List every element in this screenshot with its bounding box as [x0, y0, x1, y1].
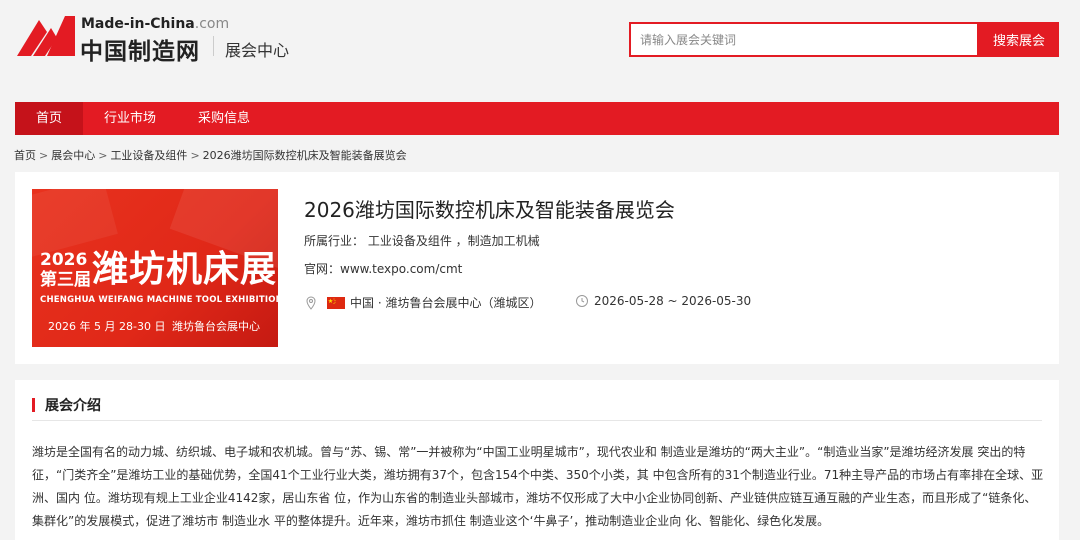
breadcrumb: 首页 > 展会中心 > 工业设备及组件 >2026潍坊国际数控机床及智能装备展览会 [14, 147, 407, 163]
exhibition-intro-section: 展会介绍 潍坊是全国有名的动力城、纺织城、电子城和农机城。曾与“苏、锡、常”一并… [15, 380, 1059, 540]
intro-header: 展会介绍 [32, 395, 1042, 421]
exhibition-date: 2026-05-28 ~ 2026-05-30 [575, 294, 751, 308]
intro-accent-bar [32, 398, 35, 412]
china-flag-icon [327, 296, 345, 309]
site-header: Made-in-China.com 中国制造网 展会中心 搜索展会 [0, 0, 1080, 86]
clock-icon [576, 295, 588, 307]
industry-value[interactable]: 工业设备及组件 ，制造加工机械 [368, 234, 540, 248]
exhibition-website: 官网：www.texpo.com/cmt [304, 260, 462, 277]
exhibition-banner[interactable]: 2026 第三届 潍坊机床展 CHENGHUA WEIFANG MACHINE … [32, 189, 278, 347]
brand-chinese: 中国制造网 [80, 39, 200, 65]
main-nav: 首页 行业市场 采购信息 [15, 102, 1059, 135]
banner-date: 2026 年 5 月 28-30 日 [48, 320, 166, 333]
breadcrumb-current: 2026潍坊国际数控机床及智能装备展览会 [202, 149, 407, 162]
banner-venue: 潍坊鲁台会展中心 [172, 320, 260, 333]
nav-item-home[interactable]: 首页 [15, 102, 84, 135]
exhibition-industry: 所属行业： 工业设备及组件 ，制造加工机械 [304, 232, 540, 249]
made-in-china-logo-icon[interactable] [17, 14, 75, 56]
exhibition-title: 2026潍坊国际数控机床及智能装备展览会 [304, 198, 675, 222]
breadcrumb-expo-center[interactable]: 展会中心 [51, 149, 95, 162]
location-text: 中国 · 潍坊鲁台会展中心（潍城区） [350, 296, 542, 310]
location-pin-icon [306, 295, 316, 310]
intro-title: 展会介绍 [45, 398, 101, 414]
search-box [629, 22, 979, 57]
banner-title: 潍坊机床展 [92, 249, 278, 290]
exhibition-card: 2026 第三届 潍坊机床展 CHENGHUA WEIFANG MACHINE … [15, 172, 1059, 364]
exhibition-location: 中国 · 潍坊鲁台会展中心（潍城区） [304, 294, 541, 311]
breadcrumb-home[interactable]: 首页 [14, 149, 36, 162]
date-range: 2026-05-28 ~ 2026-05-30 [594, 294, 752, 308]
search-input[interactable] [631, 24, 977, 55]
nav-item-industry-market[interactable]: 行业市场 [83, 102, 177, 135]
banner-year: 2026 [40, 250, 88, 270]
nav-item-purchase-info[interactable]: 采购信息 [177, 102, 271, 135]
breadcrumb-separator: > [39, 149, 49, 162]
breadcrumb-industry[interactable]: 工业设备及组件 [110, 149, 187, 162]
breadcrumb-separator: > [98, 149, 108, 162]
industry-label: 所属行业： [304, 234, 365, 248]
breadcrumb-separator: > [190, 149, 200, 162]
search-button[interactable]: 搜索展会 [979, 22, 1059, 57]
banner-session: 第三届 [40, 270, 91, 290]
brand-divider [213, 36, 214, 56]
brand-domain-suffix: .com [194, 16, 230, 32]
intro-text: 潍坊是全国有名的动力城、纺织城、电子城和农机城。曾与“苏、锡、常”一并被称为“中… [32, 445, 1044, 528]
website-link[interactable]: www.texpo.com/cmt [340, 262, 462, 276]
banner-english-title: CHENGHUA WEIFANG MACHINE TOOL EXHIBITION [40, 295, 278, 305]
section-title[interactable]: 展会中心 [225, 37, 289, 61]
brand-english: Made-in-China.com [81, 16, 230, 32]
website-label: 官网： [304, 262, 341, 276]
